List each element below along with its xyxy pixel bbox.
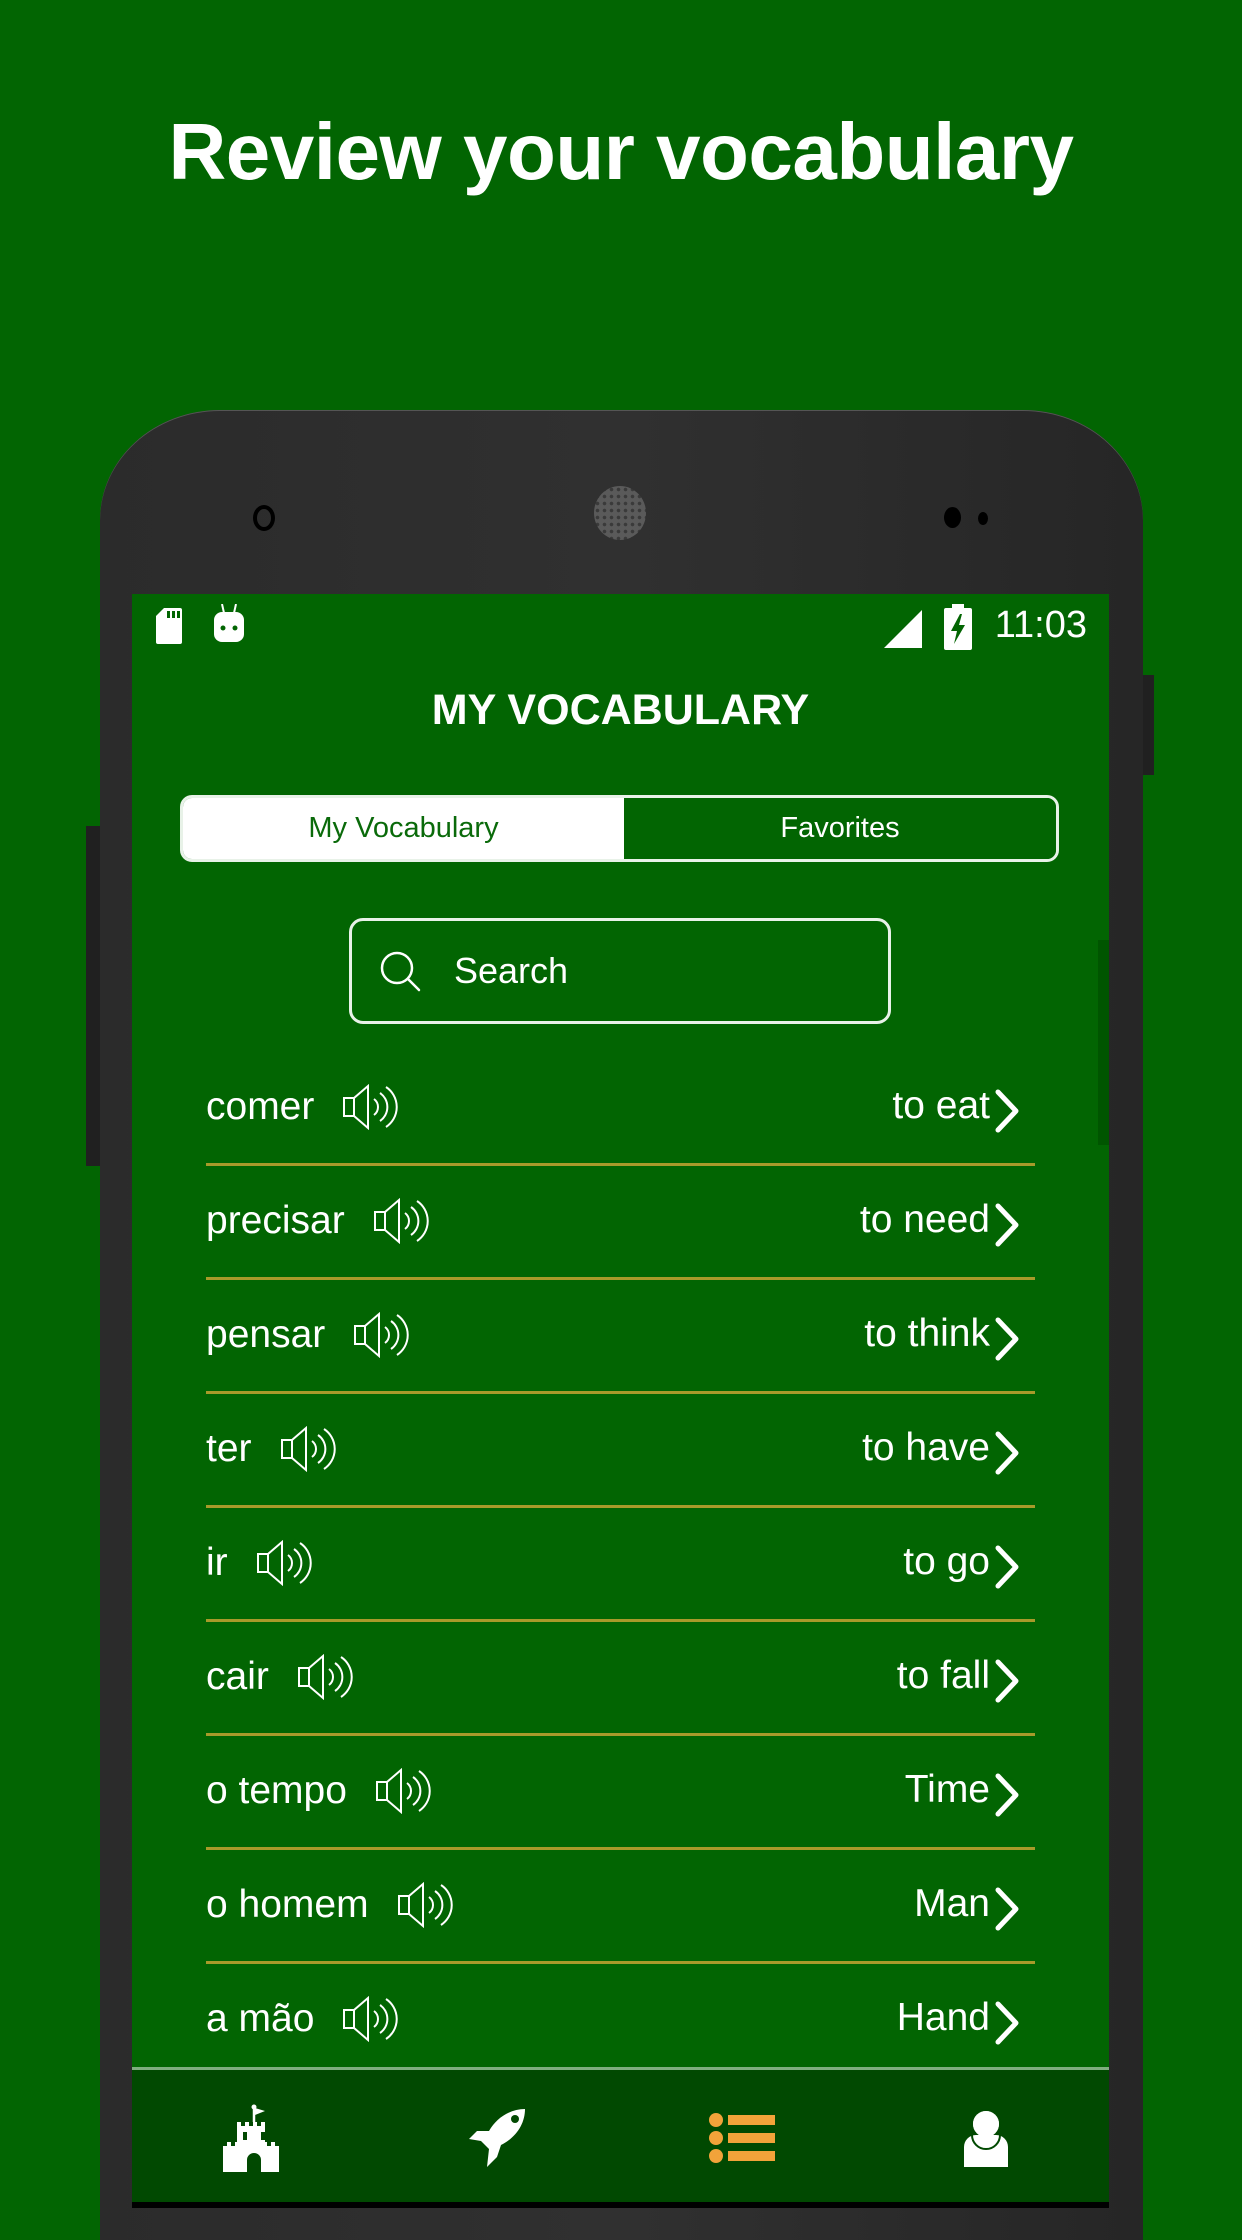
translation-text: Hand (896, 1996, 990, 2039)
signal-icon (884, 610, 922, 648)
promo-headline: Review your vocabulary (168, 107, 1074, 196)
translation-text: to go (903, 1540, 990, 1583)
translation-text: to have (862, 1426, 990, 1469)
earpiece-speaker-icon (594, 486, 646, 540)
vocabulary-row[interactable]: ir to go (206, 1508, 1109, 1622)
translation-text: to need (859, 1198, 990, 1241)
screen-bottom-edge (132, 2202, 1109, 2208)
word-text: ir (206, 1541, 228, 1584)
search-input[interactable] (452, 949, 836, 993)
word-text: o homem (206, 1883, 369, 1926)
phone-screen: 11:03 MY VOCABULARY My Vocabulary Favori… (132, 594, 1109, 2208)
bottom-navigation (132, 2067, 1109, 2205)
word-text: a mão (206, 1997, 315, 2040)
word-text: ter (206, 1427, 252, 1470)
word-cell: cair (206, 1653, 357, 1701)
vocabulary-row[interactable]: comer to eat (206, 1052, 1109, 1166)
speaker-icon[interactable] (342, 1995, 402, 2043)
speaker-icon[interactable] (342, 1083, 402, 1131)
speaker-icon[interactable] (297, 1653, 357, 1701)
tab-my-vocabulary[interactable]: My Vocabulary (183, 798, 624, 859)
castle-icon (223, 2104, 279, 2172)
battery-charging-icon (944, 604, 972, 650)
chevron-right-icon[interactable] (992, 2000, 1022, 2046)
nav-profile[interactable] (864, 2070, 1108, 2205)
word-cell: o homem (206, 1881, 457, 1929)
word-cell: comer (206, 1083, 402, 1131)
tab-segmented-control: My Vocabulary Favorites (180, 795, 1059, 862)
speaker-icon[interactable] (397, 1881, 457, 1929)
chevron-right-icon[interactable] (992, 1886, 1022, 1932)
chevron-right-icon[interactable] (992, 1658, 1022, 1704)
list-icon (709, 2112, 775, 2163)
translation-text: to think (864, 1312, 990, 1355)
tab-favorites[interactable]: Favorites (624, 798, 1056, 859)
word-cell: precisar (206, 1197, 433, 1245)
chevron-right-icon[interactable] (992, 1088, 1022, 1134)
word-cell: ter (206, 1425, 340, 1473)
chevron-right-icon[interactable] (992, 1430, 1022, 1476)
chevron-right-icon[interactable] (992, 1772, 1022, 1818)
speaker-icon[interactable] (280, 1425, 340, 1473)
chevron-right-icon[interactable] (992, 1544, 1022, 1590)
nav-vocabulary[interactable] (620, 2070, 864, 2205)
proximity-sensor-icon (944, 507, 961, 528)
chevron-right-icon[interactable] (992, 1202, 1022, 1248)
phone-volume-button (86, 826, 100, 1166)
front-camera-icon (253, 505, 275, 531)
rocket-icon (469, 2108, 525, 2167)
vocabulary-list: comer to eat precisar to need pensar to think… (206, 1052, 1109, 2078)
word-text: comer (206, 1085, 315, 1128)
word-text: cair (206, 1655, 269, 1698)
vocabulary-row[interactable]: a mão Hand (206, 1964, 1109, 2078)
phone-power-button (1143, 675, 1154, 775)
word-cell: pensar (206, 1311, 413, 1359)
speaker-icon[interactable] (373, 1197, 433, 1245)
status-time: 11:03 (994, 604, 1087, 646)
light-sensor-icon (978, 512, 988, 525)
search-icon (380, 951, 421, 992)
vocabulary-row[interactable]: cair to fall (206, 1622, 1109, 1736)
translation-text: Man (914, 1882, 990, 1925)
speaker-icon[interactable] (256, 1539, 316, 1587)
translation-text: to fall (896, 1654, 990, 1697)
translation-text: to eat (892, 1084, 990, 1127)
android-debug-icon (214, 604, 244, 642)
nav-home[interactable] (132, 2070, 376, 2205)
word-text: pensar (206, 1313, 326, 1356)
speaker-icon[interactable] (353, 1311, 413, 1359)
screen-title: MY VOCABULARY (431, 686, 810, 734)
status-bar: 11:03 (132, 594, 1109, 664)
translation-text: Time (904, 1768, 990, 1811)
word-cell: ir (206, 1539, 316, 1587)
search-box[interactable] (349, 918, 891, 1024)
word-text: o tempo (206, 1769, 347, 1812)
vocabulary-row[interactable]: o tempo Time (206, 1736, 1109, 1850)
chevron-right-icon[interactable] (992, 1316, 1022, 1362)
vocabulary-row[interactable]: pensar to think (206, 1280, 1109, 1394)
vocabulary-row[interactable]: ter to have (206, 1394, 1109, 1508)
word-cell: o tempo (206, 1767, 435, 1815)
word-text: precisar (206, 1199, 345, 1242)
user-icon (964, 2108, 1008, 2167)
word-cell: a mão (206, 1995, 402, 2043)
nav-practice[interactable] (376, 2070, 620, 2205)
speaker-icon[interactable] (375, 1767, 435, 1815)
vocabulary-row[interactable]: o homem Man (206, 1850, 1109, 1964)
sd-card-icon (156, 608, 182, 644)
vocabulary-row[interactable]: precisar to need (206, 1166, 1109, 1280)
